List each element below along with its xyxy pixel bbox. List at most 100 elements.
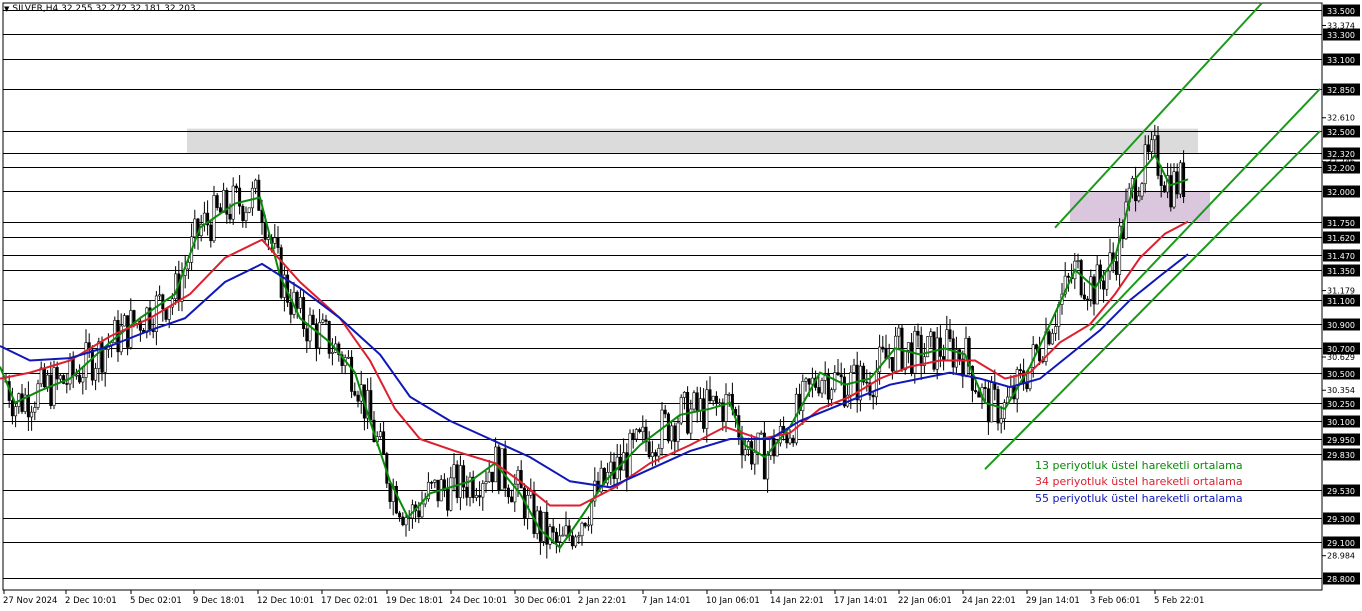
- candle-body: [449, 477, 453, 511]
- candle-body: [852, 364, 856, 373]
- time-label: 2 Dec 10:01: [65, 596, 117, 606]
- time-label: 3 Feb 06:01: [1090, 596, 1140, 606]
- candle-body: [455, 464, 459, 498]
- price-level-label: 31.100: [1327, 297, 1355, 306]
- time-label: 30 Dec 06:01: [514, 596, 571, 606]
- candle-body: [817, 387, 821, 394]
- candle-body: [228, 213, 232, 220]
- price-level-label: 31.470: [1327, 252, 1355, 261]
- candle-body: [1082, 294, 1086, 300]
- candle-body: [158, 294, 162, 297]
- candle-body: [743, 449, 747, 456]
- candle-body: [1076, 260, 1080, 262]
- candle-body: [529, 491, 533, 496]
- time-label: 2 Jan 22:01: [578, 596, 626, 606]
- candle-body: [382, 431, 386, 454]
- candle-body: [676, 422, 680, 442]
- candle-body: [935, 337, 939, 370]
- candle-body: [916, 330, 920, 336]
- candle-body: [26, 394, 30, 418]
- candle-body: [1140, 183, 1144, 197]
- price-level-label: 29.830: [1327, 451, 1355, 460]
- candle-body: [542, 511, 546, 542]
- candle-body: [647, 441, 651, 457]
- candle-body: [1162, 185, 1166, 193]
- candle-body: [942, 356, 946, 361]
- minor-tick-label: 31.179: [1327, 287, 1355, 296]
- candle-body: [564, 525, 568, 536]
- candle-body: [36, 383, 40, 408]
- candle-body: [583, 522, 587, 527]
- candle-body: [1047, 331, 1051, 345]
- minor-tick-label: 30.354: [1327, 386, 1355, 395]
- candle-body: [478, 495, 482, 498]
- candle-body: [74, 374, 78, 377]
- price-level-label: 30.500: [1327, 370, 1355, 379]
- candle-body: [33, 407, 37, 413]
- candle-body: [638, 429, 642, 433]
- candle-body: [865, 381, 869, 384]
- candle-body: [894, 335, 898, 372]
- candle-body: [999, 418, 1003, 424]
- candle-body: [586, 524, 590, 527]
- candle-body: [558, 535, 562, 542]
- candle-body: [516, 470, 520, 485]
- legend-ema13: 13 periyotluk üstel hareketli ortalama: [1035, 459, 1243, 472]
- candle-body: [279, 247, 283, 298]
- candle-body: [231, 185, 235, 220]
- candle-body: [164, 308, 168, 320]
- candle-body: [241, 205, 245, 221]
- time-label: 27 Nov 2024: [3, 596, 57, 606]
- candle-body: [545, 511, 549, 545]
- candle-body: [202, 212, 206, 225]
- dropdown-arrow-icon[interactable]: ▼: [4, 5, 9, 13]
- candle-body: [570, 535, 574, 547]
- price-level-label: 29.100: [1327, 539, 1355, 548]
- candle-body: [305, 328, 309, 342]
- candle-body: [753, 452, 757, 465]
- candle-body: [247, 207, 251, 213]
- candle-body: [52, 367, 56, 406]
- candle-body: [71, 357, 75, 377]
- candle-body: [506, 487, 510, 498]
- candle-body: [314, 323, 318, 349]
- candle-body: [1143, 144, 1147, 185]
- candle-body: [574, 536, 578, 547]
- candle-body: [433, 479, 437, 483]
- candle-body: [641, 426, 645, 433]
- candle-body: [929, 331, 933, 337]
- candle-body: [759, 432, 763, 435]
- candle-body: [90, 349, 94, 381]
- candle-body: [724, 394, 728, 422]
- candle-body: [65, 383, 69, 385]
- candle-body: [14, 406, 18, 417]
- candle-body: [1018, 369, 1022, 372]
- candle-body: [580, 522, 584, 537]
- price-chart[interactable]: 33.50033.30033.10032.85032.50032.32032.2…: [0, 0, 1362, 611]
- candle-body: [122, 315, 126, 327]
- candle-body: [663, 409, 667, 415]
- candle-body: [487, 471, 491, 482]
- time-label: 9 Dec 18:01: [193, 596, 245, 606]
- candle-body: [679, 397, 683, 424]
- resistance-zone: [187, 128, 1198, 153]
- minor-tick-label: 32.610: [1327, 114, 1355, 123]
- candle-body: [657, 448, 661, 457]
- candle-body: [430, 481, 434, 484]
- candle-body: [826, 374, 830, 400]
- price-level-label: 29.300: [1327, 515, 1355, 524]
- candle-body: [250, 187, 254, 209]
- candle-body: [519, 470, 523, 489]
- candle-body: [1092, 276, 1096, 305]
- candle-body: [903, 350, 907, 371]
- candle-body: [1025, 383, 1029, 390]
- candle-body: [369, 390, 373, 421]
- candle-body: [378, 431, 382, 437]
- candle-body: [1105, 270, 1109, 290]
- time-label: 12 Dec 10:01: [257, 596, 314, 606]
- candle-body: [55, 367, 59, 380]
- candle-body: [609, 461, 613, 473]
- candle-body: [634, 429, 638, 440]
- candle-body: [81, 377, 85, 383]
- minor-tick-label: 32.246: [1327, 158, 1355, 167]
